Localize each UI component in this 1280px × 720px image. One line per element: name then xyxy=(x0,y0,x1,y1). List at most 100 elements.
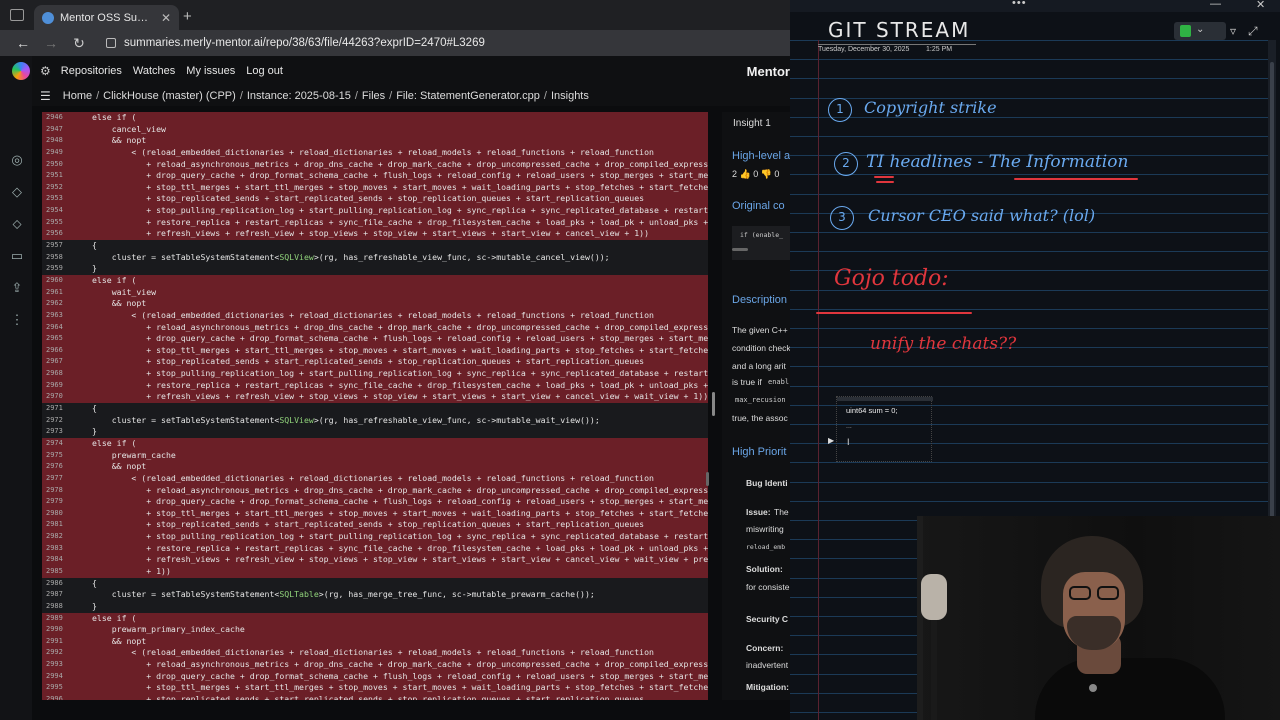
code-line: 2966 + stop_ttl_merges + start_ttl_merge… xyxy=(42,344,708,357)
headphones-icon[interactable]: ◎ xyxy=(9,152,25,168)
line-number: 2981 xyxy=(46,520,63,529)
play-icon[interactable]: ▶ xyxy=(828,436,834,445)
nav-log-out[interactable]: Log out xyxy=(246,65,283,77)
browser-tab-bar: Mentor OSS Summaries Overvi ✕ + xyxy=(0,0,790,30)
code-text: + stop_pulling_replication_log + start_p… xyxy=(92,368,708,379)
line-number: 2950 xyxy=(46,159,63,168)
item-2-text[interactable]: TI headlines - The Information xyxy=(866,152,1128,172)
filter-icon[interactable]: ▿ xyxy=(1230,24,1236,38)
line-number: 2965 xyxy=(46,334,63,343)
code-text: } xyxy=(92,600,97,611)
code-line: 2988} xyxy=(42,601,708,613)
browser-tab[interactable]: Mentor OSS Summaries Overvi ✕ xyxy=(34,5,179,30)
line-number: 2977 xyxy=(46,473,63,482)
menu-icon[interactable]: ☰ xyxy=(40,89,51,103)
todo-title[interactable]: Gojo todo: xyxy=(834,266,949,291)
crumb-file[interactable]: File: StatementGenerator.cpp xyxy=(396,90,540,102)
item-1-text[interactable]: Copyright strike xyxy=(864,98,997,117)
forward-icon[interactable]: → xyxy=(40,35,62,51)
code-scrollbar[interactable] xyxy=(712,392,715,416)
code-text: prewarm_primary_index_cache xyxy=(92,624,245,635)
code-line: 2955 + restore_replica + restart_replica… xyxy=(42,216,708,229)
tab-insight-1[interactable]: Insight 1 xyxy=(733,118,771,129)
code-line: 2992 < (reload_embedded_dictionaries + r… xyxy=(42,647,708,660)
code-text: { xyxy=(92,240,97,251)
code-line: 2983 + restore_replica + restart_replica… xyxy=(42,542,708,555)
text-cursor: I xyxy=(847,437,850,447)
gear-icon[interactable]: ⚙ xyxy=(40,64,51,78)
back-icon[interactable]: ← xyxy=(12,35,34,51)
reload-icon[interactable]: ↻ xyxy=(68,35,90,52)
crumb-home[interactable]: Home xyxy=(63,90,92,102)
close-icon[interactable]: ✕ xyxy=(1256,0,1265,11)
nav-repositories[interactable]: Repositories xyxy=(61,65,122,77)
minimize-icon[interactable]: — xyxy=(1210,0,1221,10)
code-line: 2959} xyxy=(42,263,708,275)
code-line: 2974 else if ( xyxy=(42,437,708,450)
code-line: 2970 + refresh_views + refresh_view + st… xyxy=(42,391,708,404)
code-line: 2990 prewarm_primary_index_cache xyxy=(42,624,708,636)
pen-selector[interactable]: ⌄ xyxy=(1174,22,1226,40)
green-pen-icon[interactable] xyxy=(1180,25,1191,37)
code-text: + refresh_views + refresh_view + stop_vi… xyxy=(92,391,708,402)
line-number: 2985 xyxy=(46,566,63,575)
breadcrumb: ☰ Home / ClickHouse (master) (CPP) / Insta… xyxy=(32,86,790,106)
item-3-text[interactable]: Cursor CEO said what? (lol) xyxy=(868,206,1095,225)
code-line: 2995 + stop_ttl_merges + start_ttl_merge… xyxy=(42,682,708,695)
more-icon[interactable]: ⋮ xyxy=(9,312,25,328)
nav-watches[interactable]: Watches xyxy=(133,65,175,77)
container-handle[interactable] xyxy=(837,397,933,401)
share-icon[interactable]: ⇪ xyxy=(9,280,25,296)
tab-actions-icon[interactable] xyxy=(10,9,24,21)
code-line: 2971 { xyxy=(42,403,708,415)
crumb-repo[interactable]: ClickHouse (master) (CPP) xyxy=(103,90,236,102)
address-bar-row: ← → ↻ summaries.merly-mentor.ai/repo/38/… xyxy=(0,30,790,56)
code-text: cluster = setTableSystemStatement<SQLVie… xyxy=(92,414,600,425)
code-line: 2953 + stop_replicated_sends + start_rep… xyxy=(42,193,708,206)
close-tab-icon[interactable]: ✕ xyxy=(161,11,171,25)
line-number: 2969 xyxy=(46,380,63,389)
copilot-icon[interactable] xyxy=(12,62,30,80)
glasses-icon xyxy=(1069,586,1091,600)
site-info-icon[interactable] xyxy=(106,38,116,48)
new-tab-icon[interactable]: + xyxy=(183,8,192,25)
line-number: 2953 xyxy=(46,194,63,203)
line-number: 2979 xyxy=(46,497,63,506)
line-number: 2996 xyxy=(46,695,63,700)
code-text: + stop_replicated_sends + start_replicat… xyxy=(92,193,645,204)
code-block-scrollbar[interactable] xyxy=(732,248,748,251)
note-text-container[interactable]: uint64 sum = 0; ... I xyxy=(836,396,933,462)
ruled-line xyxy=(790,386,1268,387)
vote-counts[interactable]: 2 👍 0 👎 0 xyxy=(732,169,779,180)
page-title[interactable]: GIT STREAM xyxy=(828,18,970,42)
code-text: prewarm_cache xyxy=(92,449,176,460)
chevron-down-icon[interactable]: ⌄ xyxy=(1196,24,1204,35)
nav-my-issues[interactable]: My issues xyxy=(186,65,235,77)
chat-icon[interactable]: ▭ xyxy=(9,248,25,264)
drop-icon[interactable]: ⬦ xyxy=(9,216,25,232)
code-viewer[interactable]: 2946 else if (2947 cancel_view 2948 && nop… xyxy=(42,112,708,700)
url-field[interactable]: summaries.merly-mentor.ai/repo/38/63/fil… xyxy=(100,32,790,54)
crumb-files[interactable]: Files xyxy=(362,90,385,102)
code-line: 2984 + refresh_views + refresh_view + st… xyxy=(42,554,708,566)
code-text: && nopt xyxy=(92,461,147,472)
crumb-instance[interactable]: Instance: 2025-08-15 xyxy=(247,90,351,102)
drag-handle-icon[interactable]: ••• xyxy=(1012,0,1027,9)
concern-text: inadvertent xyxy=(746,660,789,670)
expand-icon[interactable]: ⤢ xyxy=(1248,24,1258,39)
code-line: 2996 + stop_replicated_sends + start_rep… xyxy=(42,694,708,700)
line-number: 2972 xyxy=(46,415,63,424)
code-text: < (reload_embedded_dictionaries + reload… xyxy=(92,647,654,658)
todo-item[interactable]: unify the chats?? xyxy=(870,334,1016,354)
url-text: summaries.merly-mentor.ai/repo/38/63/fil… xyxy=(124,37,485,49)
shopping-icon[interactable]: ◇ xyxy=(9,184,25,200)
desc-max-recursion: max_recusion xyxy=(735,396,786,404)
desc-line-1: The given C++ xyxy=(732,325,788,335)
note-code-line[interactable]: uint64 sum = 0; xyxy=(846,406,898,415)
item-3-number: 3 xyxy=(830,206,854,230)
onenote-scrollbar[interactable] xyxy=(1268,40,1276,532)
code-text: + drop_query_cache + drop_format_schema_… xyxy=(92,670,708,681)
line-number: 2952 xyxy=(46,182,63,191)
todo-underline xyxy=(816,312,972,314)
code-text: + stop_replicated_sends + start_replicat… xyxy=(92,519,645,530)
